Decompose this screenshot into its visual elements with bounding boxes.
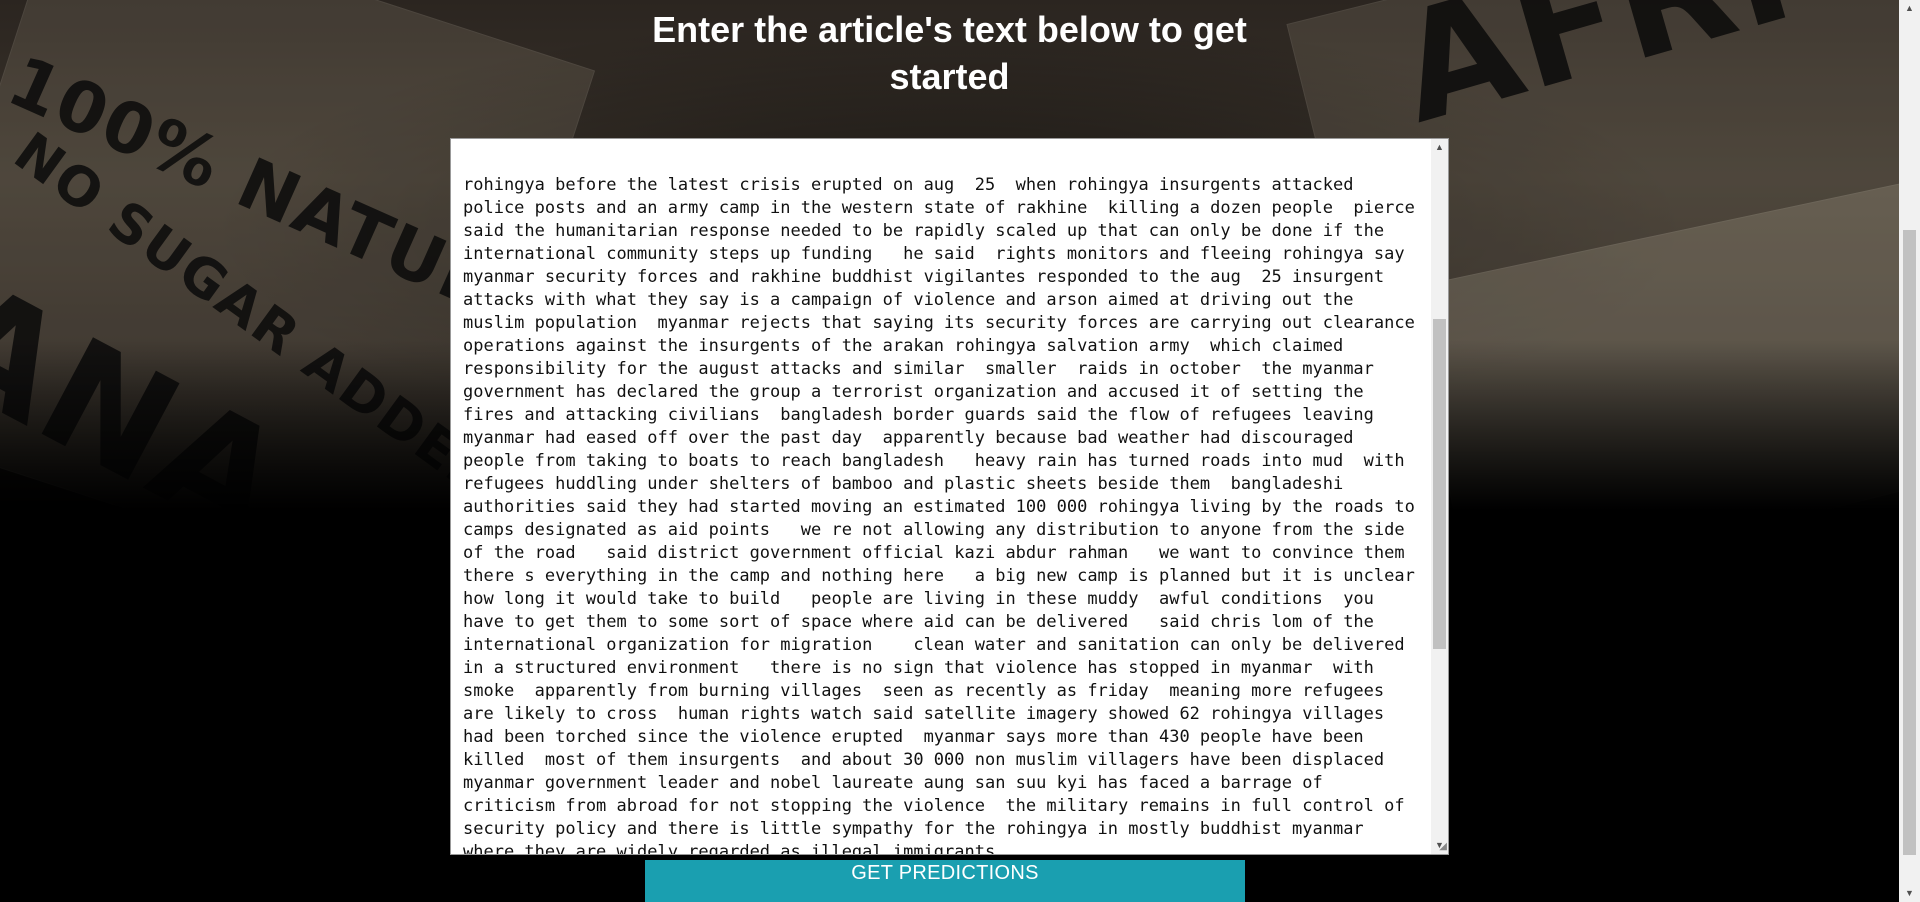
scroll-up-arrow-icon[interactable]: ▲: [1899, 0, 1920, 17]
article-text-area[interactable]: rohingya before the latest crisis erupte…: [450, 138, 1449, 855]
page-title: Enter the article's text below to get st…: [0, 6, 1899, 100]
page: 100% NATURAL NO SUGAR ADDED AFRICA ANA E…: [0, 0, 1920, 902]
text-area-scroll-thumb[interactable]: [1433, 319, 1446, 649]
page-scrollbar[interactable]: ▲ ▼: [1899, 0, 1920, 902]
page-scroll-thumb[interactable]: [1903, 230, 1916, 855]
page-title-line: Enter the article's text below to get: [652, 9, 1247, 50]
scroll-down-arrow-icon[interactable]: ▼: [1899, 885, 1920, 902]
article-text-value: rohingya before the latest crisis erupte…: [463, 175, 1415, 854]
page-title-line: started: [889, 56, 1010, 97]
scroll-up-arrow-icon[interactable]: ▲: [1431, 139, 1448, 156]
article-text-content[interactable]: rohingya before the latest crisis erupte…: [463, 139, 1423, 854]
get-predictions-button[interactable]: GET PREDICTIONS: [645, 860, 1245, 902]
resize-grip-icon[interactable]: ◢: [1435, 841, 1447, 853]
text-area-scrollbar[interactable]: ▲ ▼: [1431, 139, 1448, 854]
get-predictions-label: GET PREDICTIONS: [851, 862, 1039, 884]
